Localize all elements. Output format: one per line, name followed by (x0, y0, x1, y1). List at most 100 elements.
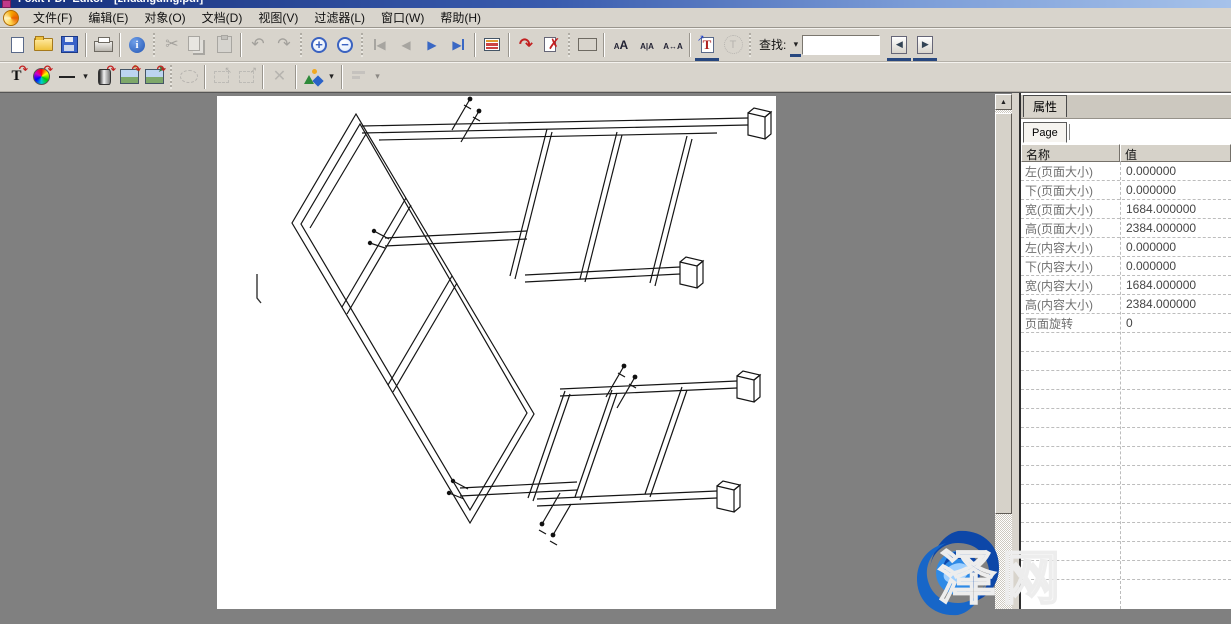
paste-button[interactable] (211, 32, 237, 58)
add-text-object-button[interactable]: T↷ (4, 65, 29, 89)
font-size-icon: AA (614, 37, 628, 53)
find-previous-icon: ◀ (891, 36, 907, 54)
edit-image-button[interactable]: ↷ (117, 65, 142, 89)
font-size-button[interactable]: AA (608, 32, 634, 58)
find-next-icon: ▶ (917, 36, 933, 54)
find-next-button[interactable]: ▶ (912, 32, 938, 58)
align-dropdown[interactable]: ▾ (371, 68, 384, 86)
property-name: 高(内容大小) (1025, 296, 1093, 313)
delete-page-button[interactable]: ✗ (539, 32, 565, 58)
table-row[interactable]: 宽(内容大小)1684.000000 (1021, 276, 1231, 295)
table-row[interactable]: 左(页面大小) 0.000000 (1021, 162, 1231, 181)
copy-icon (188, 36, 200, 51)
transform-cw-button[interactable] (234, 65, 259, 89)
shading-object-button[interactable]: ↷ (92, 65, 117, 89)
find-input[interactable] (802, 35, 880, 55)
text-rotate-button[interactable]: T (720, 32, 746, 58)
red-arrow-icon: ↷ (132, 65, 141, 76)
add-text-button[interactable]: T↗ (694, 32, 720, 58)
table-row[interactable]: 下(内容大小)0.000000 (1021, 257, 1231, 276)
table-row[interactable]: 下(页面大小)0.000000 (1021, 181, 1231, 200)
menu-bar: 文件(F) 编辑(E) 对象(O) 文档(D) 视图(V) 过滤器(L) 窗口(… (0, 8, 1231, 28)
lasso-icon (180, 70, 198, 83)
copy-button[interactable] (185, 32, 211, 58)
insert-page-button[interactable]: ↷ (513, 32, 539, 58)
kerning-icon: A|A (640, 37, 654, 53)
property-value: 0.000000 (1126, 164, 1176, 178)
document-icon[interactable] (3, 10, 19, 26)
menu-help[interactable]: 帮助(H) (432, 7, 489, 28)
property-name: 下(页面大小) (1025, 182, 1093, 199)
window-title: Foxit PDF Editor - [zhuangding.pdf] (18, 0, 203, 5)
menu-view[interactable]: 视图(V) (250, 7, 306, 28)
column-header-value[interactable]: 值 (1120, 144, 1231, 162)
line-style-dropdown[interactable]: ▾ (79, 68, 92, 86)
delete-object-button[interactable]: ✕ (267, 65, 292, 89)
next-page-button[interactable]: ▶ (419, 32, 445, 58)
line-icon (59, 76, 75, 78)
property-value: 2384.000000 (1126, 297, 1196, 311)
table-row[interactable]: 高(内容大小) 2384.000000 (1021, 295, 1231, 314)
printer-icon (94, 41, 113, 52)
lasso-select-button[interactable] (176, 65, 201, 89)
up-arrow-icon: ▲ (1000, 99, 1007, 106)
page-layout-button[interactable] (479, 32, 505, 58)
red-arrow-icon: ↷ (107, 65, 116, 76)
redo-icon: ↷ (277, 37, 290, 53)
prev-page-button[interactable]: ◀ (393, 32, 419, 58)
save-button[interactable] (56, 32, 82, 58)
circle-T-icon: T (724, 35, 743, 54)
scrollbar-thumb[interactable] (995, 113, 1012, 514)
menu-document[interactable]: 文档(D) (194, 7, 251, 28)
redo-button[interactable]: ↷ (271, 32, 297, 58)
table-row[interactable]: 宽(页面大小)1684.000000 (1021, 200, 1231, 219)
property-name: 高(页面大小) (1025, 220, 1093, 237)
property-name: 左(页面大小) (1025, 163, 1093, 180)
empty-row (1021, 504, 1231, 523)
menu-object[interactable]: 对象(O) (136, 7, 193, 28)
properties-tab[interactable]: 属性 (1023, 95, 1067, 117)
last-page-button[interactable]: ▶ (445, 32, 471, 58)
document-page[interactable] (217, 96, 776, 609)
open-button[interactable] (30, 32, 56, 58)
new-button[interactable] (4, 32, 30, 58)
hatch-tool-button[interactable] (574, 32, 600, 58)
transform-ccw-button[interactable] (209, 65, 234, 89)
text-caret (257, 274, 261, 303)
next-page-icon: ▶ (427, 39, 436, 51)
table-header: 名称 值 (1021, 144, 1231, 162)
zoom-in-button[interactable]: + (306, 32, 332, 58)
undo-button[interactable]: ↶ (245, 32, 271, 58)
info-button[interactable]: i (124, 32, 150, 58)
empty-row (1021, 409, 1231, 428)
table-row[interactable]: 左(内容大小)0.000000 (1021, 238, 1231, 257)
menu-edit[interactable]: 编辑(E) (80, 7, 136, 28)
spacing-button[interactable]: A↔A (660, 32, 686, 58)
undo-icon: ↶ (251, 37, 264, 53)
align-button[interactable] (346, 65, 371, 89)
menu-file[interactable]: 文件(F) (25, 7, 80, 28)
prev-page-icon: ◀ (401, 39, 410, 51)
menu-filter[interactable]: 过滤器(L) (306, 7, 373, 28)
shapes-button[interactable] (300, 65, 325, 89)
color-object-button[interactable]: ↷ (29, 65, 54, 89)
page-layout-icon (484, 38, 500, 51)
zoom-out-button[interactable]: − (332, 32, 358, 58)
table-row[interactable]: 页面旋转0 (1021, 314, 1231, 333)
scroll-up-button[interactable]: ▲ (995, 94, 1012, 110)
table-row[interactable]: 高(页面大小)2384.000000 (1021, 219, 1231, 238)
line-style-button[interactable] (54, 65, 79, 89)
find-dropdown-button[interactable]: ▾ (789, 36, 802, 54)
shapes-dropdown[interactable]: ▾ (325, 68, 338, 86)
kerning-button[interactable]: A|A (634, 32, 660, 58)
print-button[interactable] (90, 32, 116, 58)
property-name: 左(内容大小) (1025, 239, 1093, 256)
replace-image-button[interactable]: ↷ (142, 65, 167, 89)
menu-window[interactable]: 窗口(W) (373, 7, 432, 28)
first-page-button[interactable]: ◀ (367, 32, 393, 58)
find-previous-button[interactable]: ◀ (886, 32, 912, 58)
paste-icon (217, 36, 232, 53)
cut-button[interactable]: ✂ (159, 32, 185, 58)
column-header-name[interactable]: 名称 (1021, 144, 1120, 162)
page-tab[interactable]: Page (1023, 122, 1067, 143)
